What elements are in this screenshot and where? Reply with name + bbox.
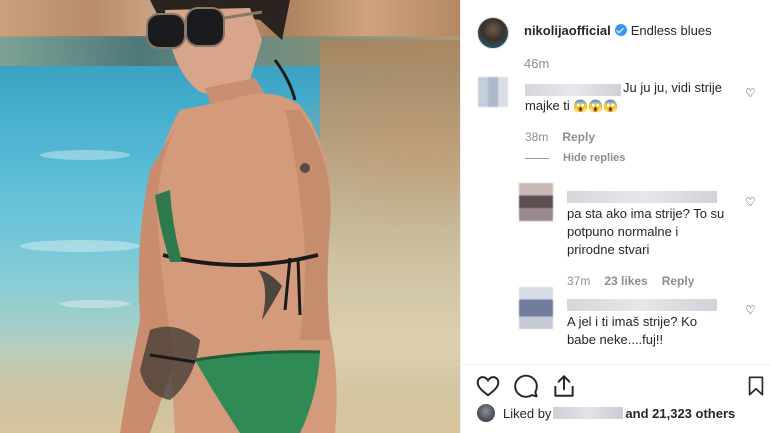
- reply-meta: 37m 23 likes Reply: [567, 274, 694, 288]
- reply-button[interactable]: Reply: [562, 130, 595, 144]
- commenter-avatar[interactable]: [478, 77, 508, 107]
- caption-text: Endless blues: [630, 23, 712, 38]
- comment-meta: 38m Reply: [525, 130, 595, 144]
- comment-like-heart-icon[interactable]: ♡: [745, 87, 757, 99]
- post-photo[interactable]: [0, 0, 460, 433]
- photo-person: [120, 0, 337, 433]
- verified-badge-icon: [614, 24, 627, 36]
- author-avatar[interactable]: [477, 17, 509, 49]
- reply-username-blurred[interactable]: [567, 191, 717, 203]
- reply-likes[interactable]: 23 likes: [604, 274, 647, 288]
- reply-username-blurred[interactable]: [567, 299, 717, 311]
- share-icon[interactable]: [551, 373, 577, 399]
- reply-avatar[interactable]: [519, 287, 553, 329]
- commenter-username-blurred[interactable]: [525, 84, 621, 96]
- reply-like-heart-icon[interactable]: ♡: [745, 304, 757, 316]
- reply-text-line1: A jel i ti imaš strije? Ko: [567, 314, 698, 329]
- reply-avatar[interactable]: [519, 183, 553, 221]
- author-username[interactable]: nikolijaofficial: [524, 23, 611, 38]
- comment-time[interactable]: 38m: [525, 130, 548, 144]
- liker-avatar[interactable]: [477, 404, 495, 422]
- hide-replies-button[interactable]: Hide replies: [525, 152, 625, 164]
- likes-count[interactable]: and 21,323 others: [625, 406, 735, 421]
- reply-like-heart-icon[interactable]: ♡: [745, 196, 757, 208]
- heart-icon[interactable]: [475, 373, 501, 399]
- emoji-scream: 😱😱😱: [573, 99, 619, 113]
- post-panel: nikolijaofficial Endless blues 46m Ju ju …: [460, 0, 770, 433]
- reply-text-line3: prirodne stvari: [567, 242, 650, 257]
- post-time[interactable]: 46m: [524, 56, 549, 71]
- post-caption: nikolijaofficial Endless blues: [524, 23, 712, 38]
- action-bar: [461, 364, 770, 404]
- likes-summary[interactable]: Liked by and 21,323 others: [477, 404, 735, 422]
- liked-by-label: Liked by: [503, 405, 552, 421]
- hide-replies-label: Hide replies: [563, 152, 626, 164]
- hide-replies-line: [525, 157, 549, 159]
- reply-time[interactable]: 37m: [567, 274, 590, 288]
- liker-username-blurred[interactable]: [553, 407, 624, 419]
- reply-text-line1: pa sta ako ima strije? To su: [567, 206, 725, 221]
- comment-text: Ju ju ju, vidi strije: [623, 80, 722, 95]
- reply-button[interactable]: Reply: [662, 274, 695, 288]
- comment-icon[interactable]: [513, 373, 539, 399]
- comment-text-line2: majke ti 😱😱😱: [525, 98, 619, 113]
- reply-text-line2: babe neke....fuj!!: [567, 332, 664, 347]
- reply-text-line2: potpuno normalne i: [567, 224, 679, 239]
- bookmark-icon[interactable]: [745, 373, 767, 399]
